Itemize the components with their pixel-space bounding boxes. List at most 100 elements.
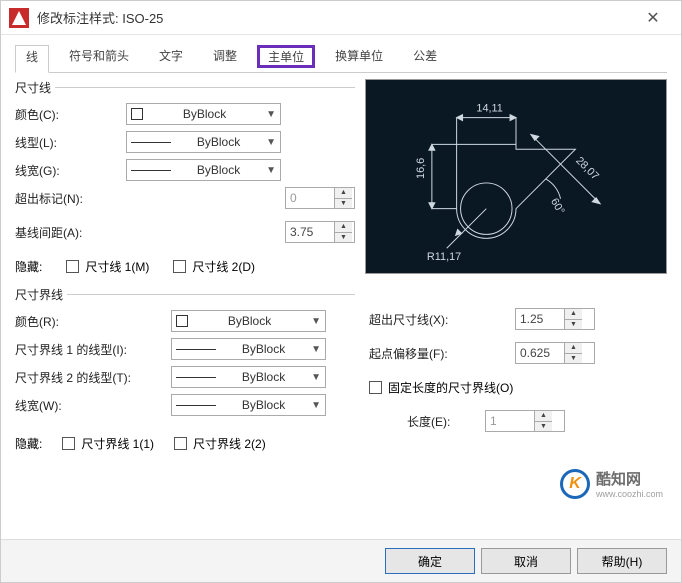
titlebar: 修改标注样式: ISO-25 ✕ [1, 1, 681, 35]
extension-line-legend: 尺寸界线 [15, 286, 67, 303]
ok-button[interactable]: 确定 [385, 548, 475, 574]
spin-up-icon[interactable]: ▲ [565, 343, 582, 354]
extension-line-group: 尺寸界线 颜色(R): ByBlock ▼ 尺寸界线 1 的线型(I): [15, 286, 355, 459]
chevron-down-icon: ▼ [266, 109, 276, 120]
baseline-input[interactable] [286, 222, 334, 242]
chevron-down-icon: ▼ [311, 316, 321, 327]
cancel-button[interactable]: 取消 [481, 548, 571, 574]
hide-label: 隐藏: [15, 258, 42, 275]
offset-origin-spinner[interactable]: ▲ ▼ [515, 342, 595, 364]
content-area: 线 符号和箭头 文字 调整 主单位 换算单位 公差 尺寸线 颜色(C): ByB… [1, 35, 681, 539]
baseline-spinner[interactable]: ▲ ▼ [285, 221, 355, 243]
ext-color-label: 颜色(R): [15, 313, 165, 330]
checkbox-icon [174, 437, 187, 450]
spin-down-icon[interactable]: ▼ [535, 422, 552, 432]
ext-lt1-label: 尺寸界线 1 的线型(I): [15, 341, 165, 358]
chevron-down-icon: ▼ [311, 400, 321, 411]
tab-lines[interactable]: 线 [15, 45, 49, 73]
extend-beyond-spinner[interactable]: ▲ ▼ [515, 308, 595, 330]
watermark-icon: K [560, 469, 590, 499]
extend-label: 超出标记(N): [15, 190, 120, 207]
footer: 确定 取消 帮助(H) [1, 539, 681, 582]
window-title: 修改标注样式: ISO-25 [37, 8, 633, 27]
tab-primary-units[interactable]: 主单位 [257, 45, 315, 68]
dialog-window: 修改标注样式: ISO-25 ✕ 线 符号和箭头 文字 调整 主单位 换算单位 … [0, 0, 682, 583]
checkbox-icon [62, 437, 75, 450]
spin-down-icon[interactable]: ▼ [565, 320, 582, 330]
checkbox-icon [66, 260, 79, 273]
linetype-value: ByBlock [177, 135, 260, 149]
app-icon [9, 8, 29, 28]
preview-dim-diag: 28,07 [573, 155, 601, 183]
color-label: 颜色(C): [15, 106, 120, 123]
tab-tolerance[interactable]: 公差 [403, 45, 447, 68]
ext-color-combo[interactable]: ByBlock ▼ [171, 310, 326, 332]
hide-dimline2-label: 尺寸线 2(D) [192, 258, 255, 275]
linetype-combo[interactable]: ByBlock ▼ [126, 131, 281, 153]
ext-lt2-label: 尺寸界线 2 的线型(T): [15, 369, 165, 386]
lineweight-value: ByBlock [177, 163, 260, 177]
chevron-down-icon: ▼ [266, 165, 276, 176]
tab-alt-units[interactable]: 换算单位 [325, 45, 393, 68]
chevron-down-icon: ▼ [266, 137, 276, 148]
ext-lt2-combo[interactable]: ByBlock ▼ [171, 366, 326, 388]
fixed-length-label: 固定长度的尺寸界线(O) [388, 379, 513, 396]
length-label: 长度(E): [369, 413, 479, 430]
hide-dimline1-checkbox[interactable]: 尺寸线 1(M) [66, 258, 149, 275]
extend-spinner[interactable]: ▲ ▼ [285, 187, 355, 209]
close-button[interactable]: ✕ [633, 3, 673, 33]
tab-fit[interactable]: 调整 [203, 45, 247, 68]
ext-lw-label: 线宽(W): [15, 397, 165, 414]
linetype-preview-icon [176, 377, 216, 378]
checkbox-icon [369, 381, 382, 394]
preview-dim-top: 14,11 [476, 103, 502, 115]
color-combo[interactable]: ByBlock ▼ [126, 103, 281, 125]
spin-down-icon[interactable]: ▼ [565, 354, 582, 364]
extend-beyond-input[interactable] [516, 309, 564, 329]
ext-lt1-value: ByBlock [222, 342, 305, 356]
spin-down-icon[interactable]: ▼ [335, 233, 352, 243]
tab-symbols[interactable]: 符号和箭头 [59, 45, 139, 68]
chevron-down-icon: ▼ [311, 344, 321, 355]
ext-lw-combo[interactable]: ByBlock ▼ [171, 394, 326, 416]
hide-dimline2-checkbox[interactable]: 尺寸线 2(D) [173, 258, 255, 275]
linetype-preview-icon [131, 142, 171, 143]
hide-ext1-checkbox[interactable]: 尺寸界线 1(1) [62, 435, 154, 452]
spin-up-icon[interactable]: ▲ [335, 188, 352, 199]
watermark: K 酷知网 www.coozhi.com [560, 468, 663, 499]
checkbox-icon [173, 260, 186, 273]
help-button[interactable]: 帮助(H) [577, 548, 667, 574]
color-value: ByBlock [149, 107, 260, 121]
tab-text[interactable]: 文字 [149, 45, 193, 68]
lineweight-preview-icon [176, 405, 216, 406]
spin-up-icon[interactable]: ▲ [335, 222, 352, 233]
hide-ext1-label: 尺寸界线 1(1) [81, 435, 154, 452]
spin-up-icon[interactable]: ▲ [535, 411, 552, 422]
hide-ext2-checkbox[interactable]: 尺寸界线 2(2) [174, 435, 266, 452]
ext-lw-value: ByBlock [222, 398, 305, 412]
ext-lt2-value: ByBlock [222, 370, 305, 384]
tab-row: 线 符号和箭头 文字 调整 主单位 换算单位 公差 [15, 45, 667, 73]
fixed-length-checkbox[interactable]: 固定长度的尺寸界线(O) [369, 379, 513, 396]
linetype-preview-icon [176, 349, 216, 350]
watermark-url: www.coozhi.com [596, 489, 663, 499]
spin-down-icon[interactable]: ▼ [335, 199, 352, 209]
preview-dim-angle: 60° [548, 196, 567, 216]
watermark-text: 酷知网 [596, 468, 663, 489]
offset-origin-input[interactable] [516, 343, 564, 363]
length-spinner[interactable]: ▲ ▼ [485, 410, 565, 432]
extend-input [286, 188, 334, 208]
color-swatch-icon [176, 315, 188, 327]
ext-hide-label: 隐藏: [15, 435, 42, 452]
preview-dim-radius: R11,17 [427, 251, 461, 263]
spin-up-icon[interactable]: ▲ [565, 309, 582, 320]
dimension-line-legend: 尺寸线 [15, 79, 55, 96]
ext-lt1-combo[interactable]: ByBlock ▼ [171, 338, 326, 360]
lineweight-combo[interactable]: ByBlock ▼ [126, 159, 281, 181]
baseline-label: 基线间距(A): [15, 224, 120, 241]
preview-panel: 14,11 16,6 28,07 R11,17 60° [365, 79, 667, 274]
extend-beyond-label: 超出尺寸线(X): [369, 311, 509, 328]
offset-origin-label: 起点偏移量(F): [369, 345, 509, 362]
chevron-down-icon: ▼ [311, 372, 321, 383]
linetype-label: 线型(L): [15, 134, 120, 151]
